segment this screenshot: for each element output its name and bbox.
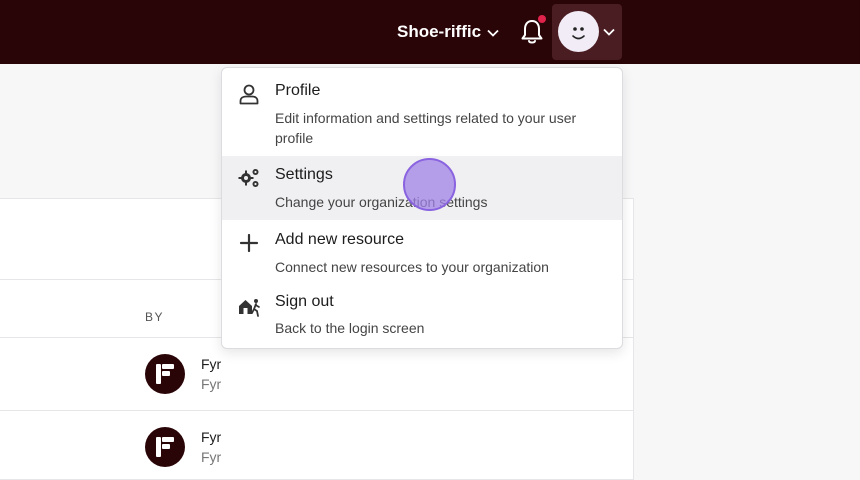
avatar-face-icon (572, 27, 585, 40)
menu-item-title: Settings (275, 166, 333, 183)
table-row[interactable]: Fyr Fyr (145, 353, 221, 395)
chevron-down-icon (603, 28, 615, 36)
fyr-logo-icon (145, 427, 185, 467)
menu-item-description: Edit information and settings related to… (275, 110, 577, 146)
top-bar: Shoe-riffic (0, 0, 860, 64)
menu-item-title: Sign out (275, 293, 334, 310)
avatar (558, 11, 599, 52)
plus-icon (239, 233, 259, 253)
fyr-logo-icon (145, 354, 185, 394)
notification-badge (538, 15, 546, 23)
menu-item-description: Back to the login screen (275, 320, 425, 336)
menu-item-profile[interactable]: Profile Edit information and settings re… (222, 68, 622, 156)
gears-icon (238, 169, 259, 187)
menu-item-title: Profile (275, 82, 321, 99)
menu-item-title: Add new resource (275, 231, 404, 248)
user-menu-button[interactable] (552, 4, 622, 60)
table-row[interactable]: Fyr Fyr (145, 426, 221, 468)
menu-item-sign-out[interactable]: Sign out Back to the login screen (222, 284, 622, 348)
row-creator-name: Fyr (201, 429, 222, 445)
row-creator-sub: Fyr (201, 376, 222, 392)
user-icon (239, 84, 259, 105)
menu-item-add-new-resource[interactable]: Add new resource Connect new resources t… (222, 220, 622, 284)
divider (0, 410, 634, 411)
org-switcher[interactable]: Shoe-riffic (397, 18, 499, 46)
row-creator-name: Fyr (201, 356, 222, 372)
cursor-indicator (403, 158, 456, 211)
chevron-down-icon (487, 29, 499, 37)
row-creator-sub: Fyr (201, 449, 222, 465)
menu-item-description: Connect new resources to your organizati… (275, 259, 549, 275)
sign-out-icon (239, 299, 260, 317)
org-name: Shoe-riffic (397, 22, 482, 41)
column-header-by: BY (145, 310, 165, 324)
